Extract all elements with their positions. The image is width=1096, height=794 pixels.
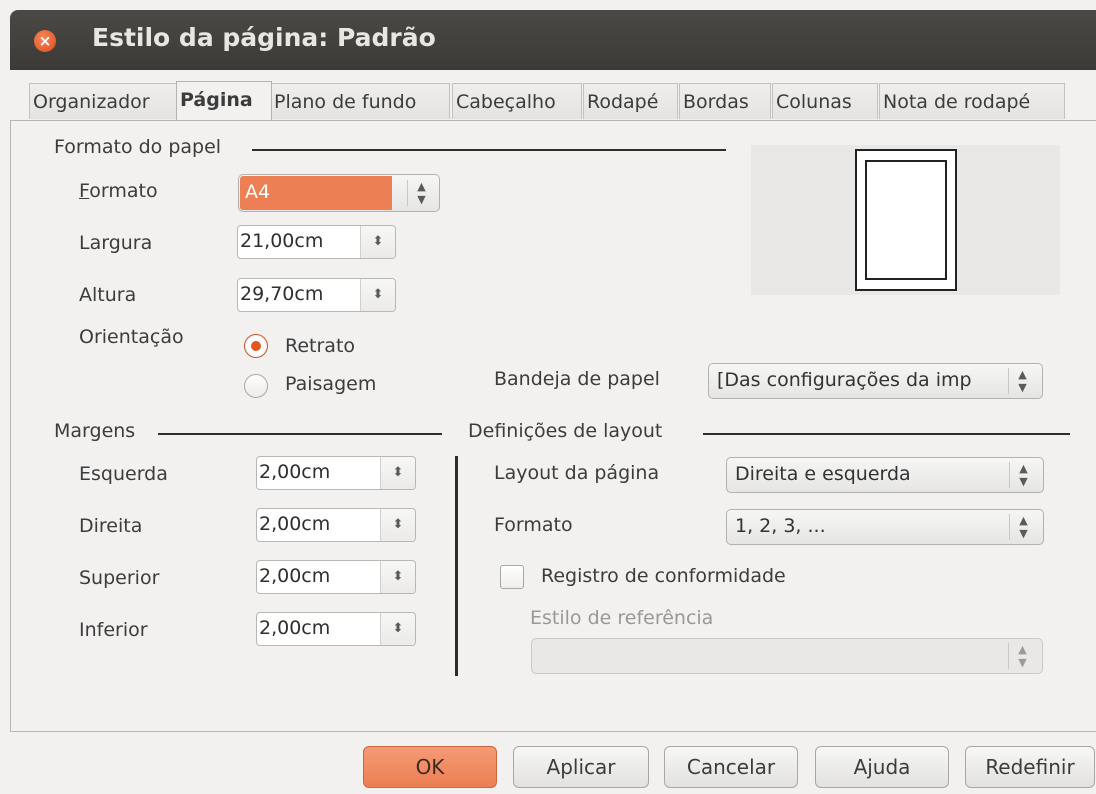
ok-button[interactable]: OK bbox=[363, 746, 497, 788]
spin-arrows-icon[interactable]: ⬍ bbox=[360, 279, 395, 311]
page-layout-value: Direita e esquerda bbox=[735, 463, 911, 485]
numbering-format-select[interactable]: 1, 2, 3, ... ▲ ▼ bbox=[726, 509, 1044, 545]
updown-arrow-icon: ▲ ▼ bbox=[1008, 643, 1032, 669]
height-spinner[interactable]: 29,70cm ⬍ bbox=[237, 278, 396, 312]
margin-right-spinner[interactable]: 2,00cm ⬍ bbox=[256, 508, 416, 542]
margin-left-spinner[interactable]: 2,00cm ⬍ bbox=[256, 456, 416, 490]
help-button[interactable]: Ajuda bbox=[815, 746, 949, 788]
spin-arrows-icon[interactable]: ⬍ bbox=[380, 561, 415, 593]
height-label: Altura bbox=[79, 284, 137, 306]
width-value: 21,00cm bbox=[240, 230, 324, 252]
landscape-label[interactable]: Paisagem bbox=[285, 373, 376, 395]
width-label: Largura bbox=[79, 232, 153, 254]
tab-pagina[interactable]: Página bbox=[176, 81, 272, 120]
margin-bottom-spinner[interactable]: 2,00cm ⬍ bbox=[256, 612, 416, 646]
orientation-label: Orientação bbox=[79, 326, 184, 348]
margin-left-value: 2,00cm bbox=[259, 461, 331, 483]
tab-organizador[interactable]: Organizador bbox=[29, 83, 178, 119]
tab-nota-de-rodape[interactable]: Nota de rodapé bbox=[879, 83, 1065, 119]
margin-top-spinner[interactable]: 2,00cm ⬍ bbox=[256, 560, 416, 594]
tab-plano-de-fundo[interactable]: Plano de fundo bbox=[270, 83, 450, 119]
spin-arrows-icon[interactable]: ⬍ bbox=[380, 457, 415, 489]
paper-tray-value: [Das configurações da imp bbox=[717, 369, 972, 391]
tab-panel-border bbox=[10, 120, 1096, 121]
spin-arrows-icon[interactable]: ⬍ bbox=[380, 613, 415, 645]
updown-arrow-icon: ▲ ▼ bbox=[1008, 368, 1032, 394]
panel-border-bottom bbox=[10, 731, 1096, 732]
reset-button[interactable]: Redefinir bbox=[965, 746, 1095, 788]
margins-section-title: Margens bbox=[54, 420, 136, 442]
register-true-label[interactable]: Registro de conformidade bbox=[541, 565, 786, 587]
paper-format-rule bbox=[252, 149, 726, 151]
page-layout-label: Layout da página bbox=[494, 462, 660, 484]
margins-rule bbox=[158, 433, 442, 435]
paper-format-section-title: Formato do papel bbox=[54, 136, 222, 158]
tab-colunas[interactable]: Colunas bbox=[772, 83, 878, 119]
page-layout-select[interactable]: Direita e esquerda ▲ ▼ bbox=[726, 457, 1044, 493]
margin-left-label: Esquerda bbox=[79, 463, 168, 485]
cancel-button[interactable]: Cancelar bbox=[664, 746, 798, 788]
portrait-label[interactable]: Retrato bbox=[285, 335, 355, 357]
landscape-radio[interactable] bbox=[244, 374, 268, 398]
window-title: Estilo da página: Padrão bbox=[92, 23, 436, 52]
portrait-radio[interactable] bbox=[244, 334, 268, 358]
margin-right-label: Direita bbox=[79, 515, 143, 537]
tab-strip: Organizador Página Plano de fundo Cabeça… bbox=[29, 81, 1096, 121]
section-divider bbox=[455, 456, 458, 676]
width-spinner[interactable]: 21,00cm ⬍ bbox=[237, 225, 396, 259]
paper-tray-label: Bandeja de papel bbox=[494, 368, 660, 390]
margin-top-label: Superior bbox=[79, 567, 160, 589]
updown-arrow-icon: ▲ ▼ bbox=[1009, 462, 1033, 488]
updown-arrow-icon: ▲ ▼ bbox=[407, 180, 431, 206]
margin-right-value: 2,00cm bbox=[259, 513, 331, 535]
margin-bottom-value: 2,00cm bbox=[259, 617, 331, 639]
layout-section-title: Definições de layout bbox=[468, 420, 663, 442]
spin-arrows-icon[interactable]: ⬍ bbox=[380, 509, 415, 541]
numbering-format-value: 1, 2, 3, ... bbox=[735, 515, 826, 537]
updown-arrow-icon: ▲ ▼ bbox=[1009, 514, 1033, 540]
close-icon[interactable]: × bbox=[34, 30, 56, 52]
reference-style-label: Estilo de referência bbox=[530, 607, 714, 629]
tab-cabecalho[interactable]: Cabeçalho bbox=[452, 83, 582, 119]
format-label-text: ormato bbox=[89, 180, 158, 202]
tab-rodape[interactable]: Rodapé bbox=[583, 83, 678, 119]
tab-bordas[interactable]: Bordas bbox=[679, 83, 771, 119]
apply-button[interactable]: Aplicar bbox=[513, 746, 649, 788]
panel-border-left bbox=[10, 120, 11, 732]
spin-arrows-icon[interactable]: ⬍ bbox=[360, 226, 395, 258]
register-true-checkbox[interactable] bbox=[500, 565, 524, 589]
reference-style-select[interactable]: ▲ ▼ bbox=[531, 638, 1043, 674]
layout-rule bbox=[703, 433, 1070, 435]
format-value: A4 bbox=[245, 181, 271, 203]
page-preview-margins bbox=[865, 160, 947, 280]
height-value: 29,70cm bbox=[240, 283, 324, 305]
margin-bottom-label: Inferior bbox=[79, 619, 148, 641]
format-label: Formato bbox=[79, 180, 158, 202]
margin-top-value: 2,00cm bbox=[259, 565, 331, 587]
numbering-format-label: Formato bbox=[494, 514, 573, 536]
paper-tray-select[interactable]: [Das configurações da imp ▲ ▼ bbox=[708, 363, 1043, 399]
format-select[interactable]: A4 ▲ ▼ bbox=[238, 174, 440, 212]
